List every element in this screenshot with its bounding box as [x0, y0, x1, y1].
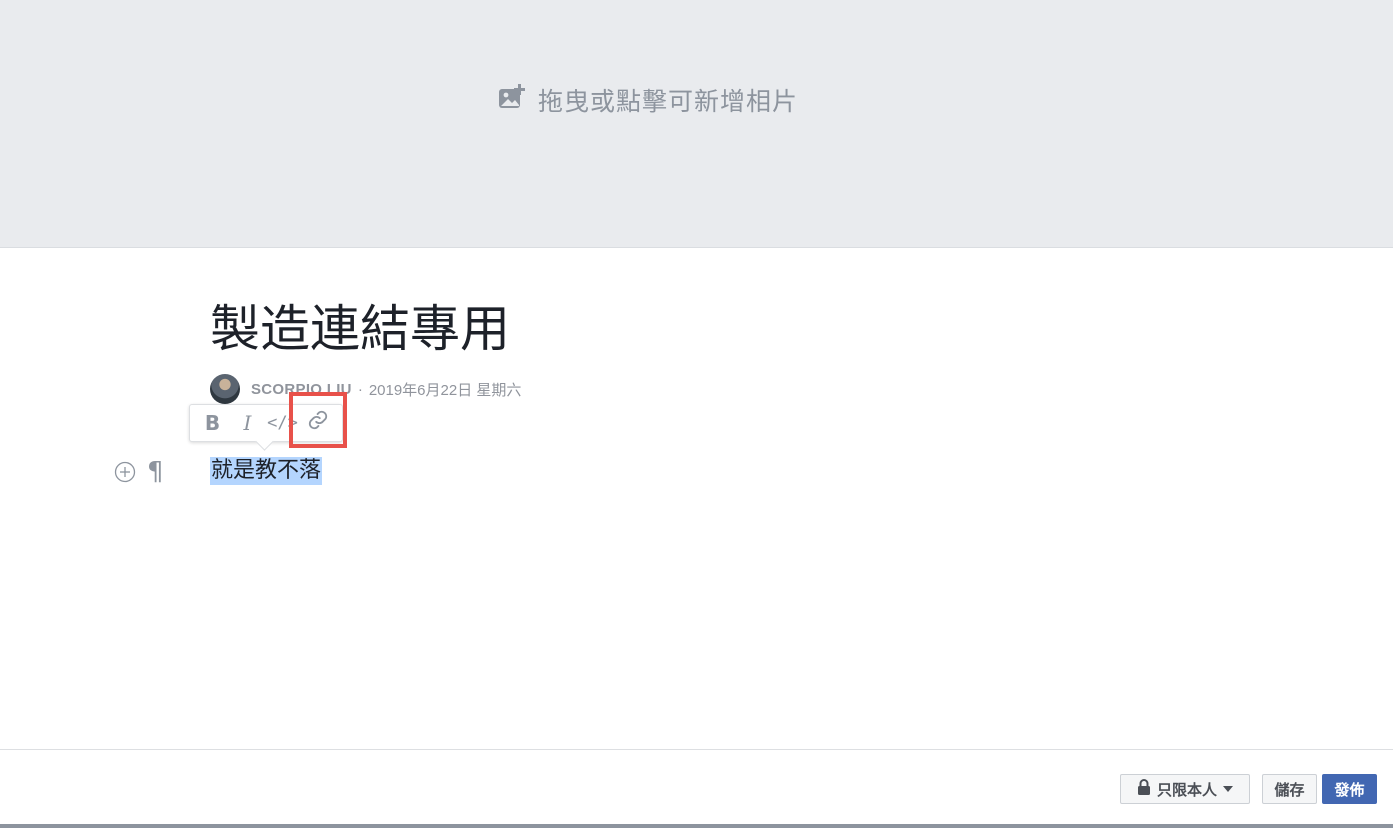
chevron-down-icon [1223, 786, 1233, 792]
link-icon [307, 409, 329, 437]
add-photo-icon [498, 83, 538, 117]
cover-hint-text: 拖曳或點擊可新增相片 [538, 88, 799, 116]
note-meta: SCORPIO LIU · 2019年6月22日 星期六 [210, 374, 521, 404]
save-button[interactable]: 儲存 [1262, 774, 1317, 804]
link-button[interactable] [300, 405, 335, 441]
lock-icon [1137, 778, 1151, 800]
meta-separator: · [357, 380, 363, 398]
note-title[interactable]: 製造連結專用 [210, 298, 510, 360]
plus-circle-icon[interactable] [114, 461, 136, 483]
footer-bar: 只限本人 儲存 發佈 [0, 749, 1393, 828]
window-bottom-edge [0, 824, 1393, 828]
format-toolbar: B I </> [189, 404, 343, 451]
author-name[interactable]: SCORPIO LIU [251, 381, 352, 398]
avatar[interactable] [210, 374, 240, 404]
note-date: 2019年6月22日 星期六 [368, 381, 522, 399]
note-body-paragraph[interactable]: 就是教不落 [210, 457, 323, 485]
cover-photo-hint[interactable]: 拖曳或點擊可新增相片 [498, 82, 798, 118]
publish-button[interactable]: 發佈 [1322, 774, 1377, 804]
bold-button[interactable]: B [195, 405, 230, 441]
privacy-label: 只限本人 [1156, 781, 1217, 799]
cover-photo-dropzone[interactable]: 拖曳或點擊可新增相片 [0, 0, 1393, 248]
privacy-selector[interactable]: 只限本人 [1120, 774, 1250, 804]
paragraph-style-button[interactable]: ¶ [147, 457, 164, 487]
code-button[interactable]: </> [265, 405, 300, 441]
